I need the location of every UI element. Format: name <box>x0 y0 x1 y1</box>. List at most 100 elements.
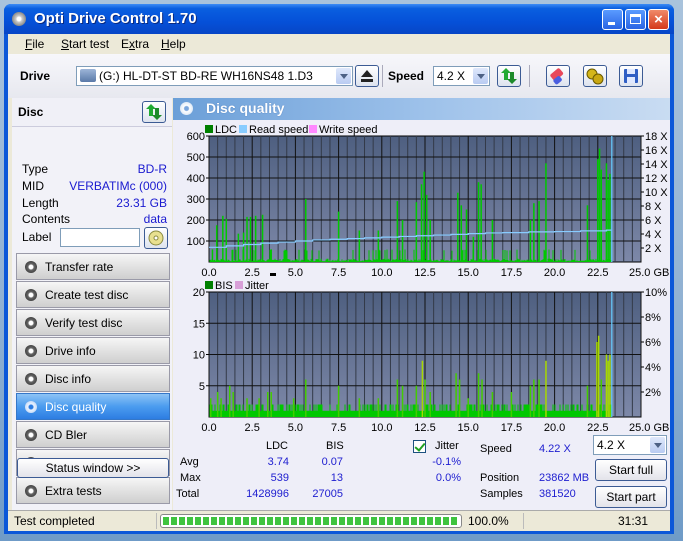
nav-disc-info[interactable]: Disc info <box>16 365 170 392</box>
disc-label-input[interactable] <box>60 228 140 247</box>
nav-label: Verify test disc <box>45 316 123 330</box>
close-button[interactable]: × <box>648 9 669 30</box>
chevron-down-icon <box>650 437 665 453</box>
disc-label-label: Label <box>22 230 52 244</box>
left-panel: Disc Type BD-R MID VERBATIMc (000) Length 2… <box>12 98 172 510</box>
nav-label: Transfer rate <box>45 260 114 274</box>
legend-ldc-label: LDC <box>215 124 237 136</box>
stats-max-ldc: 539 <box>270 472 289 484</box>
legend-read-speed-label: Read speed <box>249 124 308 136</box>
app-window: Opti Drive Control 1.70 × File Start tes… <box>4 4 674 534</box>
y-tick-label-right: 6 X <box>645 215 662 227</box>
charts-area: LDC Read speed Write speed 100 200 300 400 5… <box>187 124 670 434</box>
bis-chart: 5 10 15 20 2% 4% 6% 8% 10% 0.0 2.5 5.0 7.5 10.0 12.5 15… <box>193 287 670 434</box>
progress-fill <box>163 517 459 525</box>
x-tick-label: 25.0 GB <box>629 267 669 279</box>
y-tick-label-right: 10% <box>645 287 667 299</box>
create-test-disc-icon <box>25 289 37 301</box>
speed-select[interactable]: 4.2 X <box>433 66 490 86</box>
save-icon <box>624 69 638 83</box>
y-tick-label-right: 10 X <box>645 187 668 199</box>
toolbar-separator <box>382 65 383 87</box>
save-button[interactable] <box>619 65 643 87</box>
x-tick-label: 5.0 <box>288 422 303 434</box>
maximize-button[interactable] <box>625 9 646 30</box>
y-tick-label-left: 200 <box>187 215 205 227</box>
menu-help-label: elp <box>169 37 186 51</box>
nav-label: Disc quality <box>45 400 107 414</box>
progress-bar <box>160 514 462 528</box>
start-part-button[interactable]: Start part <box>595 486 667 508</box>
legend-jitter-swatch <box>235 281 243 289</box>
x-tick-label: 17.5 <box>501 422 522 434</box>
legend-read-speed-swatch <box>239 125 247 133</box>
status-bar: Test completed 100.0% 31:31 <box>8 510 670 531</box>
refresh-button[interactable] <box>497 65 521 87</box>
title-bar[interactable]: Opti Drive Control 1.70 × <box>4 4 674 34</box>
nav-verify-test-disc[interactable]: Verify test disc <box>16 309 170 336</box>
stats-total-label: Total <box>176 488 200 500</box>
drive-label: Drive <box>20 69 51 83</box>
cd-bler-icon <box>25 429 37 441</box>
y-tick-label-left: 400 <box>187 173 205 185</box>
disc-quality-panel: Disc quality LDC Read speed Write speed … <box>173 98 670 510</box>
disc-header-title: Disc <box>18 105 44 119</box>
nav-cd-bler[interactable]: CD Bler <box>16 421 170 448</box>
test-speed-select[interactable]: 4.2 X <box>593 435 667 455</box>
erase-button[interactable] <box>546 65 570 87</box>
x-tick-label: 17.5 <box>501 267 522 279</box>
y-tick-label-right: 2% <box>645 387 661 399</box>
nav-create-test-disc[interactable]: Create test disc <box>16 281 170 308</box>
jitter-checkbox[interactable] <box>413 440 426 453</box>
status-separator <box>156 513 157 529</box>
menu-help-accel: H <box>161 37 170 51</box>
x-tick-label: 10.0 <box>371 267 392 279</box>
stats-max-label: Max <box>180 472 201 484</box>
menu-file[interactable]: File <box>25 37 44 51</box>
y-tick-label-right: 4 X <box>645 229 662 241</box>
status-separator <box>523 513 524 529</box>
y-tick-label-left: 300 <box>187 194 205 206</box>
start-full-button[interactable]: Start full <box>595 459 667 481</box>
stats-max-bis: 13 <box>330 472 343 484</box>
stats-avg-jitter: -0.1% <box>432 456 461 468</box>
nav-transfer-rate[interactable]: Transfer rate <box>16 253 170 280</box>
disc-refresh-button[interactable] <box>142 101 166 123</box>
menu-start-test[interactable]: Start test <box>61 37 109 51</box>
status-window-button[interactable]: Status window >> <box>17 458 169 478</box>
nav-label: CD Bler <box>45 428 88 442</box>
nav-disc-quality[interactable]: Disc quality <box>16 393 170 420</box>
y-tick-label-right: 2 X <box>645 243 662 255</box>
nav-label: Create test disc <box>45 288 129 302</box>
legend-write-speed-label: Write speed <box>319 124 378 136</box>
eject-button[interactable] <box>355 65 379 87</box>
settings-button[interactable] <box>583 65 607 87</box>
toolbar: Drive (G:) HL-DT-ST BD-RE WH16NS48 1.D3 … <box>8 54 670 98</box>
disc-info-icon <box>25 373 37 385</box>
menu-help[interactable]: Help <box>161 37 186 51</box>
y-tick-label-right: 14 X <box>645 159 668 171</box>
client-area: File Start test Extra Help Drive (G:) HL… <box>8 34 670 531</box>
x-tick-label: 0.0 <box>201 267 216 279</box>
nav-label: Disc info <box>45 372 92 386</box>
y-tick-label-right: 8% <box>645 312 661 324</box>
nav-drive-info[interactable]: Drive info <box>16 337 170 364</box>
legend-write-speed-swatch <box>309 125 317 133</box>
stats-avg-label: Avg <box>180 456 199 468</box>
speed-readout-value: 4.22 X <box>539 443 571 455</box>
nav-extra-tests[interactable]: Extra tests <box>16 477 170 504</box>
disc-label-button[interactable] <box>144 227 168 249</box>
y-tick-label-left: 100 <box>187 236 205 248</box>
x-tick-label: 22.5 <box>587 267 608 279</box>
drive-select[interactable]: (G:) HL-DT-ST BD-RE WH16NS48 1.D3 <box>76 66 353 86</box>
verify-test-disc-icon <box>25 317 37 329</box>
nav-label: Extra tests <box>45 484 102 498</box>
legend-ldc-swatch <box>205 125 213 133</box>
menu-extra[interactable]: Extra <box>121 37 149 51</box>
drive-icon <box>80 69 96 82</box>
minimize-button[interactable] <box>602 9 623 30</box>
y-tick-label-left: 10 <box>193 350 205 362</box>
toolbar-separator <box>529 65 530 87</box>
x-tick-label: 20.0 <box>544 422 565 434</box>
x-tick-label: 25.0 GB <box>629 422 669 434</box>
